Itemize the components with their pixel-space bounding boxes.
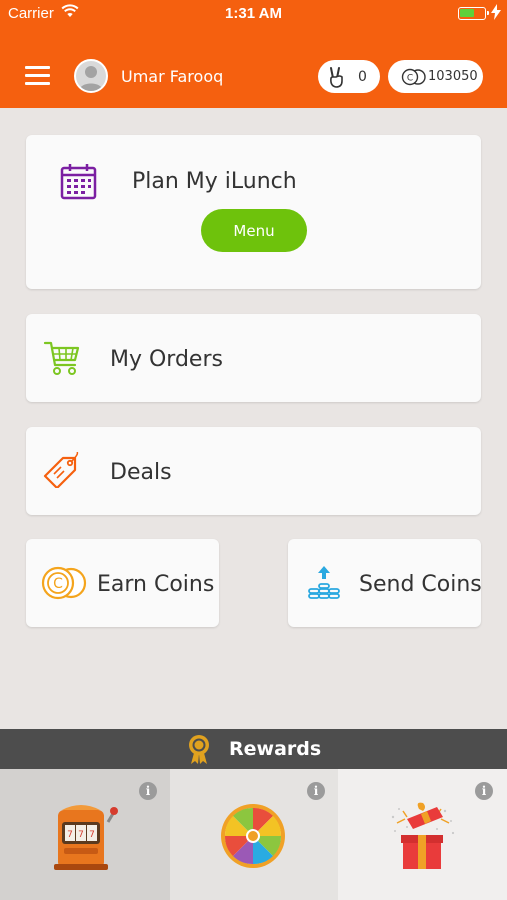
clock: 1:31 AM: [225, 5, 282, 22]
gift-box-reward[interactable]: i: [338, 769, 507, 900]
status-bar: Carrier 1:31 AM: [0, 0, 507, 28]
info-icon[interactable]: i: [475, 782, 493, 800]
svg-text:7: 7: [78, 830, 84, 840]
hand-count: 0: [358, 68, 367, 85]
spin-wheel-reward[interactable]: i: [170, 769, 338, 900]
deals-title: Deals: [110, 460, 172, 485]
battery-icon: [458, 7, 489, 20]
rewards-title: Rewards: [229, 738, 322, 760]
peace-hand-icon: [330, 66, 343, 88]
svg-text:C: C: [407, 73, 413, 83]
info-icon[interactable]: i: [139, 782, 157, 800]
plan-lunch-title: Plan My iLunch: [132, 169, 297, 194]
my-orders-card[interactable]: My Orders: [26, 314, 481, 402]
svg-text:7: 7: [67, 830, 73, 840]
send-coins-icon: [308, 566, 340, 599]
hand-count-pill[interactable]: 0: [318, 60, 380, 93]
coin-balance-pill[interactable]: C 103050: [388, 60, 483, 93]
svg-text:C: C: [53, 576, 63, 592]
coin-icon: C: [401, 68, 426, 85]
slot-machine-icon: 7 7 7: [54, 805, 118, 870]
send-coins-card[interactable]: Send Coins: [288, 539, 482, 627]
info-icon[interactable]: i: [307, 782, 325, 800]
rewards-header: Rewards: [0, 729, 507, 769]
earn-coins-card[interactable]: C Earn Coins: [26, 539, 219, 627]
coin-count: 103050: [428, 69, 478, 84]
calendar-icon: [60, 164, 97, 200]
medal-icon: [189, 735, 209, 764]
spin-wheel-icon: [221, 804, 285, 868]
tag-icon: [43, 452, 79, 488]
svg-text:7: 7: [89, 830, 95, 840]
earn-coin-icon: C: [41, 566, 87, 600]
earn-coins-title: Earn Coins: [97, 572, 215, 597]
plan-lunch-card[interactable]: Plan My iLunch Menu: [26, 135, 481, 289]
charging-icon: [491, 4, 501, 20]
menu-icon[interactable]: [25, 66, 50, 86]
send-coins-title: Send Coins: [359, 572, 482, 597]
my-orders-title: My Orders: [110, 347, 223, 372]
gift-box-icon: [391, 802, 455, 869]
username[interactable]: Umar Farooq: [121, 67, 223, 86]
menu-button[interactable]: Menu: [201, 209, 307, 252]
deals-card[interactable]: Deals: [26, 427, 481, 515]
slot-machine-reward[interactable]: i 7 7 7: [0, 769, 170, 900]
cart-icon: [43, 341, 80, 375]
avatar-icon[interactable]: [74, 59, 108, 93]
app-header: Carrier 1:31 AM Umar Farooq 0 C 103050: [0, 0, 507, 108]
